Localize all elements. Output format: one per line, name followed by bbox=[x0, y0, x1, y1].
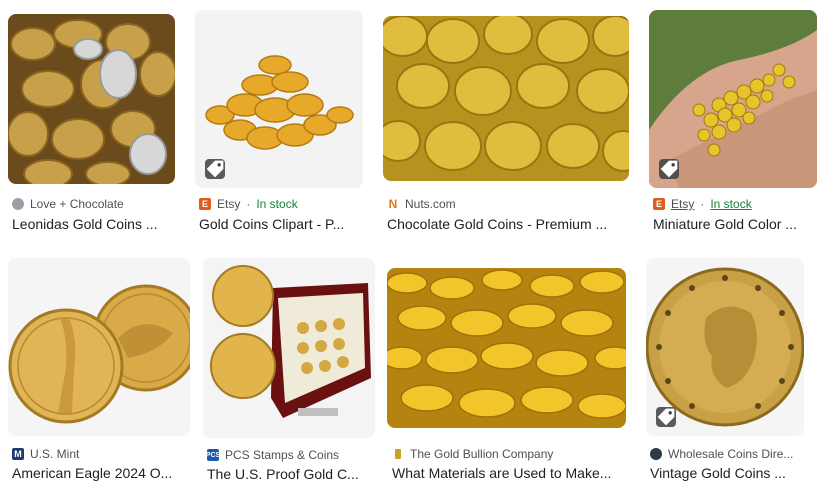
thumbnail-vintage-liberty-gold-coin[interactable] bbox=[646, 258, 804, 436]
wholesale-icon bbox=[650, 448, 662, 460]
etsy-icon: E bbox=[653, 198, 665, 210]
nuts-icon: N bbox=[387, 197, 399, 211]
product-tag-icon bbox=[656, 407, 676, 427]
result-source[interactable]: N Nuts.com bbox=[387, 196, 456, 212]
result-title[interactable]: Miniature Gold Color ... bbox=[653, 214, 813, 234]
result-source[interactable]: E Etsy · In stock bbox=[199, 196, 298, 212]
thumbnail-miniature-gold-coins[interactable] bbox=[649, 10, 817, 188]
thumbnail-american-eagle-coins[interactable] bbox=[8, 258, 190, 436]
result-source[interactable]: M U.S. Mint bbox=[12, 446, 79, 462]
thumbnail-proof-gold-coin-set[interactable] bbox=[203, 258, 375, 438]
globe-icon bbox=[12, 198, 24, 210]
result-title[interactable]: American Eagle 2024 O... bbox=[12, 463, 184, 483]
result-source[interactable]: The Gold Bullion Company bbox=[392, 446, 553, 462]
thumbnail-chocolate-gold-coins[interactable] bbox=[383, 16, 629, 181]
result-source[interactable]: Love + Chocolate bbox=[12, 196, 124, 212]
bullion-icon bbox=[392, 448, 404, 460]
pcs-icon: PCS bbox=[206, 449, 220, 461]
result-source[interactable]: Wholesale Coins Dire... bbox=[650, 446, 793, 462]
result-source[interactable]: PCS PCS Stamps & Coins bbox=[206, 447, 339, 463]
result-title[interactable]: Gold Coins Clipart - P... bbox=[199, 214, 359, 234]
thumbnail-gold-coins-clipart[interactable] bbox=[195, 10, 363, 188]
product-tag-icon bbox=[659, 159, 679, 179]
etsy-icon: E bbox=[199, 198, 211, 210]
stock-status: In stock bbox=[710, 197, 752, 211]
result-title[interactable]: What Materials are Used to Make... bbox=[392, 463, 624, 483]
product-tag-icon bbox=[205, 159, 225, 179]
result-title[interactable]: Chocolate Gold Coins - Premium ... bbox=[387, 214, 623, 234]
thumbnail-chocolate-coins-pile[interactable] bbox=[8, 14, 175, 184]
result-title[interactable]: Leonidas Gold Coins ... bbox=[12, 214, 172, 234]
stock-status: In stock bbox=[256, 197, 298, 211]
result-source[interactable]: E Etsy · In stock bbox=[653, 196, 752, 212]
thumbnail-scattered-gold-coins[interactable] bbox=[387, 268, 626, 428]
usmint-icon: M bbox=[12, 448, 24, 460]
result-title[interactable]: The U.S. Proof Gold C... bbox=[207, 464, 373, 484]
result-title[interactable]: Vintage Gold Coins ... bbox=[650, 463, 802, 483]
